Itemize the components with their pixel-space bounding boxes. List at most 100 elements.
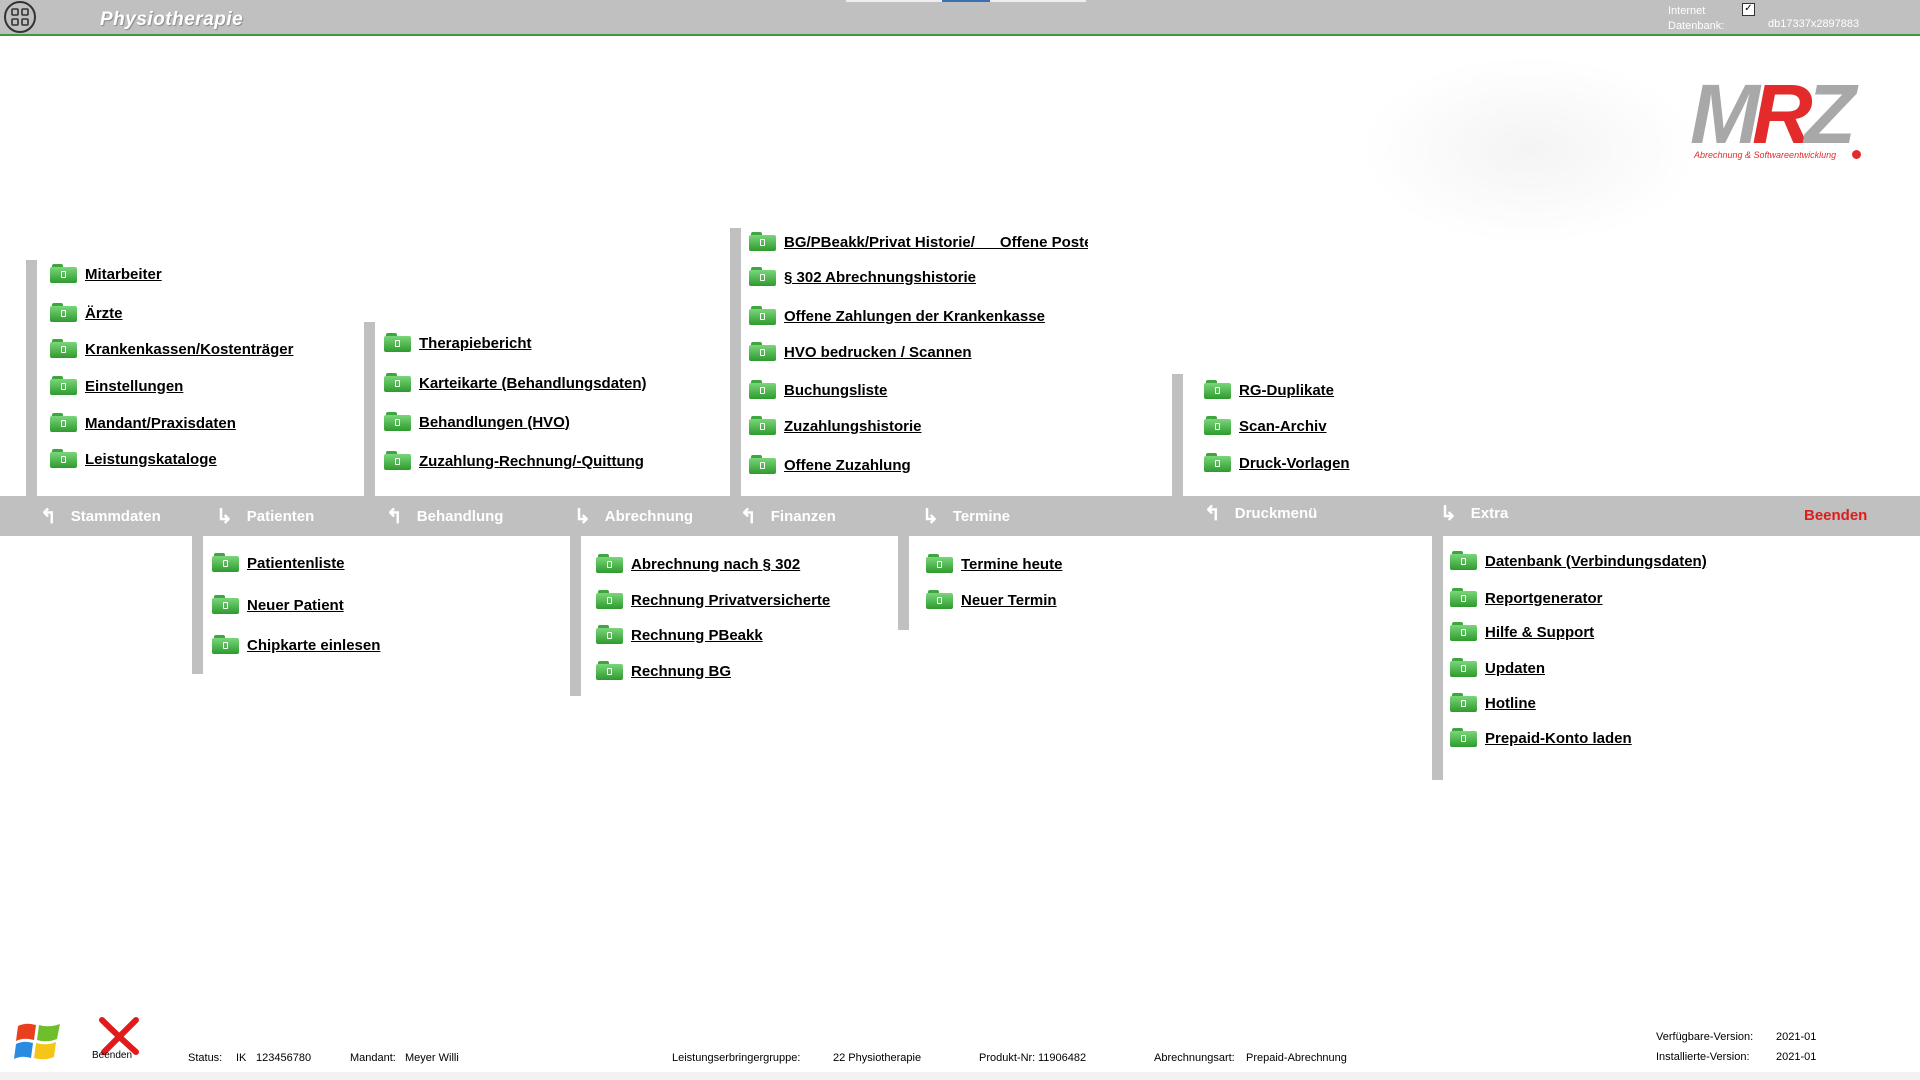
green-folder-icon (1204, 416, 1231, 436)
menu-item-stammdaten[interactable]: Ärzte (50, 302, 123, 324)
green-folder-icon (749, 380, 776, 400)
menu-item-behandlung[interactable]: Karteikarte (Behandlungsdaten) (384, 372, 647, 394)
menu-item-label: Hotline (1485, 694, 1536, 712)
menu-item-label: Prepaid-Konto laden (1485, 729, 1632, 747)
menu-item-patienten[interactable]: Chipkarte einlesen (212, 634, 380, 656)
menu-item-finanzen[interactable]: Buchungsliste (749, 379, 887, 401)
menu-item-finanzen[interactable]: § 302 Abrechnungshistorie (749, 266, 976, 288)
nav-extra[interactable]: ↳ Extra (1440, 493, 1508, 533)
menu-item-finanzen[interactable]: BG/PBeakk/Privat Historie/ Offene Poste (749, 231, 1088, 253)
behandlung-bar (364, 322, 375, 496)
nav-stammdaten[interactable]: ↰ Stammdaten (40, 496, 161, 536)
green-folder-icon (1450, 693, 1477, 713)
app-grid-button[interactable] (4, 1, 36, 33)
nav-label: Patienten (246, 507, 315, 525)
menu-item-label: Scan-Archiv (1239, 417, 1327, 435)
menu-item-termine[interactable]: Neuer Termin (926, 589, 1057, 611)
menu-item-extra[interactable]: Datenbank (Verbindungsdaten) (1450, 550, 1707, 572)
menu-item-stammdaten[interactable]: Krankenkassen/Kostenträger (50, 338, 293, 360)
green-folder-icon (749, 267, 776, 287)
druckmenue-bar (1172, 374, 1183, 496)
menu-item-label: Rechnung PBeakk (631, 626, 763, 644)
menu-item-behandlung[interactable]: Behandlungen (HVO) (384, 411, 570, 433)
app-title: Physiotherapie (100, 9, 244, 30)
menu-item-finanzen[interactable]: HVO bedrucken / Scannen (749, 341, 972, 363)
menu-item-label: BG/PBeakk/Privat Historie/ Offene Poste (784, 233, 1088, 251)
title-bar: Physiotherapie Internet ✓ Datenbank: db1… (0, 0, 1920, 36)
green-folder-icon (596, 661, 623, 681)
nav-behandlung[interactable]: ↰ Behandlung (386, 496, 503, 536)
menu-item-patienten[interactable]: Neuer Patient (212, 594, 344, 616)
green-folder-icon (50, 376, 77, 396)
menu-item-extra[interactable]: Updaten (1450, 657, 1545, 679)
exit-label[interactable]: Beenden (92, 1050, 132, 1061)
menu-item-druckmenue[interactable]: Scan-Archiv (1204, 415, 1327, 437)
menu-item-label: Karteikarte (Behandlungsdaten) (419, 374, 647, 392)
green-folder-icon (212, 595, 239, 615)
finanzen-bar (730, 228, 741, 496)
nav-beenden[interactable]: Beenden (1804, 495, 1867, 535)
menu-item-extra[interactable]: Reportgenerator (1450, 587, 1603, 609)
green-folder-icon (1450, 551, 1477, 571)
menu-item-extra[interactable]: Prepaid-Konto laden (1450, 727, 1632, 749)
menu-item-druckmenue[interactable]: Druck-Vorlagen (1204, 452, 1350, 474)
nav-abrechnung[interactable]: ↳ Abrechnung (574, 496, 693, 536)
green-folder-icon (384, 373, 411, 393)
nav-druckmenue[interactable]: ↰ Druckmenü (1204, 493, 1317, 533)
curved-arrow-up-icon: ↰ (40, 505, 57, 528)
menu-item-finanzen[interactable]: Offene Zuzahlung (749, 454, 911, 476)
billing-label: Abrechnungsart: (1154, 1052, 1235, 1064)
menu-item-stammdaten[interactable]: Mandant/Praxisdaten (50, 412, 236, 434)
group-value: 22 Physiotherapie (833, 1052, 922, 1064)
windows-logo-icon[interactable] (14, 1018, 64, 1064)
green-folder-icon (50, 413, 77, 433)
menu-item-patienten[interactable]: Patientenliste (212, 552, 345, 574)
menu-item-extra[interactable]: Hotline (1450, 692, 1536, 714)
menu-item-behandlung[interactable]: Therapiebericht (384, 332, 532, 354)
menu-item-finanzen[interactable]: Offene Zahlungen der Krankenkasse (749, 305, 1045, 327)
green-folder-icon (749, 342, 776, 362)
nav-label: Druckmenü (1234, 504, 1318, 522)
green-folder-icon (1450, 588, 1477, 608)
menu-item-finanzen[interactable]: Zuzahlungshistorie (749, 415, 922, 437)
nav-finanzen[interactable]: ↰ Finanzen (740, 496, 836, 536)
green-folder-icon (50, 264, 77, 284)
internet-checkbox[interactable]: ✓ (1742, 3, 1755, 16)
group-label: Leistungserbringergruppe: (672, 1052, 801, 1064)
green-folder-icon (50, 339, 77, 359)
menu-item-extra[interactable]: Hilfe & Support (1450, 621, 1594, 643)
menu-item-behandlung[interactable]: Zuzahlung-Rechnung/-Quittung (384, 450, 644, 472)
nav-patienten[interactable]: ↳ Patienten (216, 496, 314, 536)
green-folder-icon (596, 590, 623, 610)
menu-item-druckmenue[interactable]: RG-Duplikate (1204, 379, 1334, 401)
curved-arrow-up-icon: ↰ (386, 505, 403, 528)
topbar-tab-strip (846, 0, 1086, 2)
menu-item-termine[interactable]: Termine heute (926, 553, 1062, 575)
product-label: Produkt-Nr: (979, 1052, 1036, 1064)
menu-item-stammdaten[interactable]: Mitarbeiter (50, 263, 162, 285)
product-value: 11906482 (1038, 1052, 1087, 1064)
green-folder-icon (50, 303, 77, 323)
green-folder-icon (212, 553, 239, 573)
stammdaten-bar (26, 260, 37, 496)
menu-item-abrechnung[interactable]: Rechnung Privatversicherte (596, 589, 830, 611)
nav-label: Finanzen (770, 507, 836, 525)
menu-item-label: Rechnung BG (631, 662, 731, 680)
mrz-logo: MRZ Abrechnung & Softwareentwicklung (1690, 72, 1861, 163)
menu-item-label: Behandlungen (HVO) (419, 413, 570, 431)
green-folder-icon (1450, 622, 1477, 642)
menu-item-label: § 302 Abrechnungshistorie (784, 268, 976, 286)
menu-item-abrechnung[interactable]: Abrechnung nach § 302 (596, 553, 800, 575)
curved-arrow-up-icon: ↰ (1204, 502, 1221, 525)
logo-letters: MRZ (1690, 67, 1856, 161)
menu-item-label: HVO bedrucken / Scannen (784, 343, 972, 361)
logo-dot (1852, 150, 1861, 159)
nav-termine[interactable]: ↳ Termine (922, 496, 1010, 536)
menu-item-label: Termine heute (961, 555, 1063, 573)
menu-item-label: Krankenkassen/Kostenträger (85, 340, 294, 358)
menu-item-stammdaten[interactable]: Einstellungen (50, 375, 183, 397)
menu-item-stammdaten[interactable]: Leistungskataloge (50, 448, 217, 470)
menu-item-abrechnung[interactable]: Rechnung BG (596, 660, 731, 682)
curved-arrow-down-icon: ↳ (922, 505, 939, 528)
menu-item-abrechnung[interactable]: Rechnung PBeakk (596, 624, 763, 646)
